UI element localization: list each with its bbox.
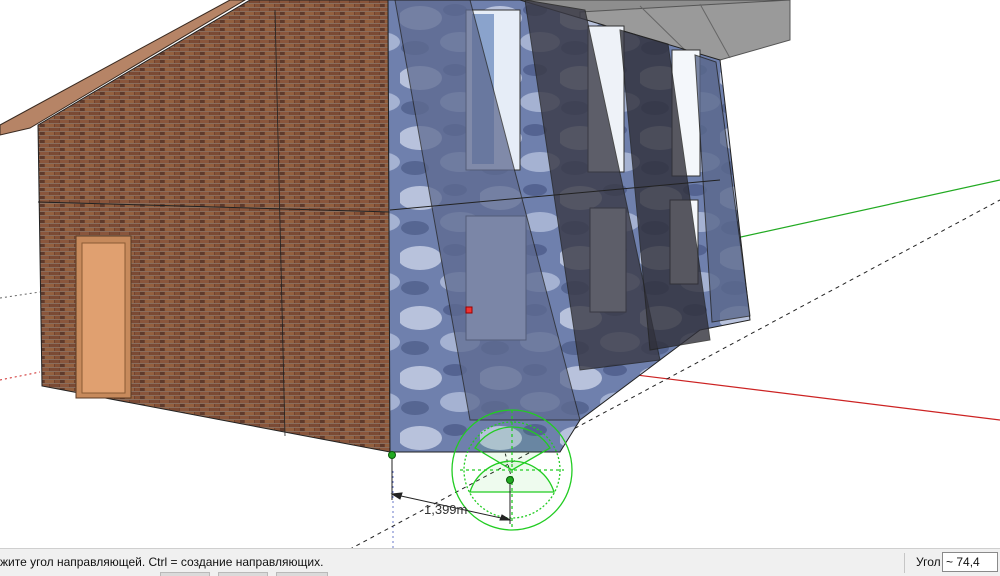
red-axis xyxy=(579,367,1000,421)
dimension-label: 1,399m xyxy=(424,502,468,517)
inference-point-right xyxy=(506,476,514,484)
protractor-tool[interactable] xyxy=(451,409,573,531)
red-axis-dotted xyxy=(0,371,41,381)
status-hint-text: жите угол направляющей. Ctrl = создание … xyxy=(0,555,324,569)
model-scene[interactable] xyxy=(0,0,1000,548)
endpoint-marker xyxy=(465,306,473,314)
status-tab-2[interactable] xyxy=(218,572,268,576)
measurements-label: Угол xyxy=(916,555,941,569)
status-tab-1[interactable] xyxy=(160,572,210,576)
status-tab-3[interactable] xyxy=(276,572,328,576)
inference-point-left xyxy=(388,451,396,459)
green-axis-dotted xyxy=(0,291,41,299)
green-axis xyxy=(699,179,1000,247)
status-bar: жите угол направляющей. Ctrl = создание … xyxy=(0,548,1000,576)
measurements-box[interactable]: ~ 74,4 xyxy=(942,552,998,572)
status-divider xyxy=(904,553,905,573)
model-viewport[interactable]: 1,399m xyxy=(0,0,1000,548)
